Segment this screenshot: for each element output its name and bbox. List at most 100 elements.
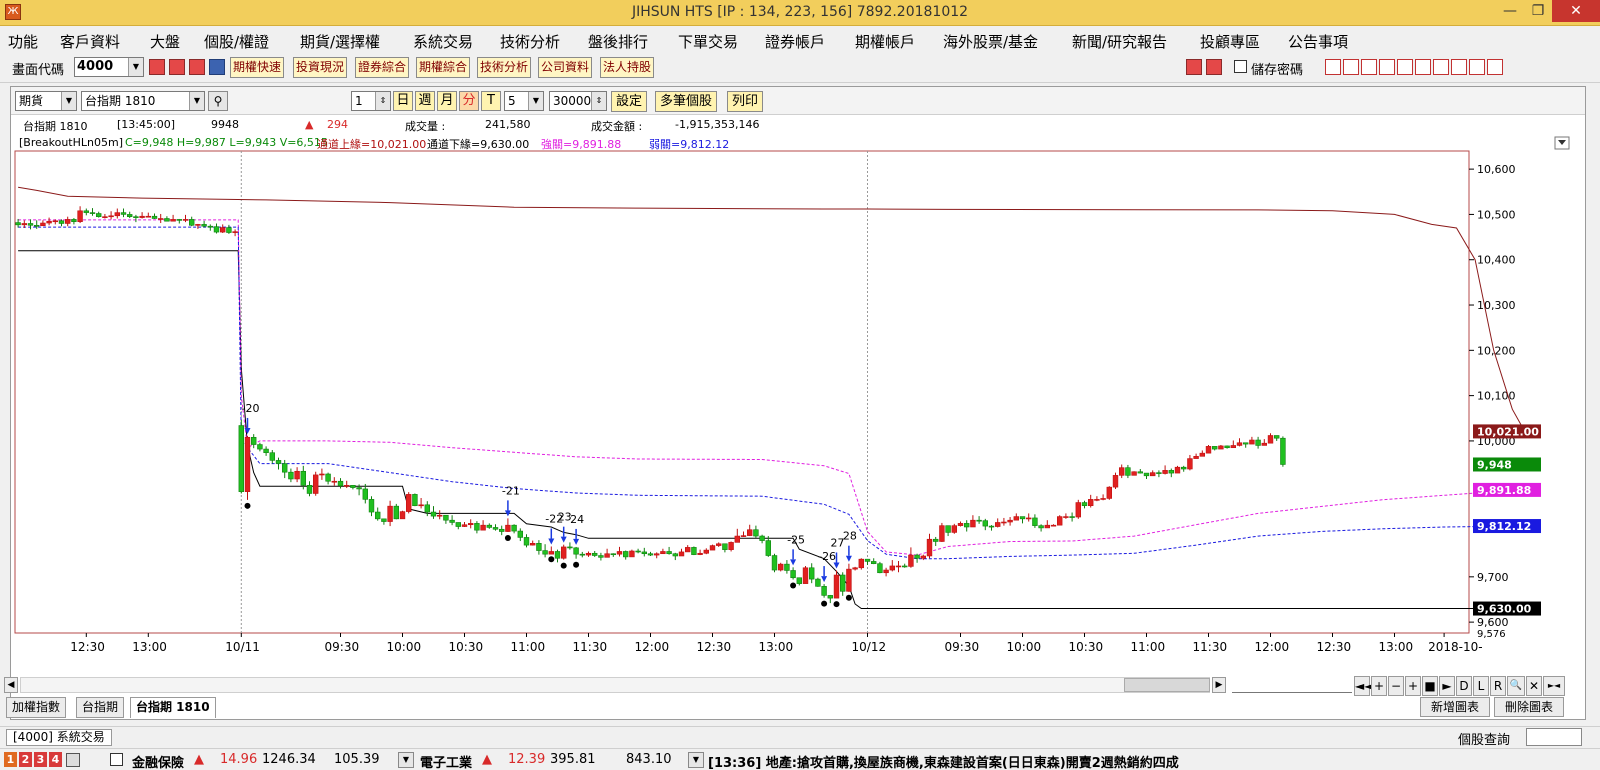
menu-overseas[interactable]: 海外股票/基金 [943,31,1038,52]
candle-body[interactable] [715,543,722,546]
stock-query-input[interactable] [1526,728,1582,746]
candle-body[interactable] [71,219,77,222]
candle-body[interactable] [759,535,765,541]
candle-body[interactable] [1249,439,1255,445]
tech-analysis-button[interactable]: 技術分析 [477,57,532,78]
add-chart-button[interactable]: 新增圖表 [1420,697,1490,717]
candle-body[interactable] [598,555,604,558]
candle-body[interactable] [1143,472,1150,477]
search-icon[interactable] [149,59,165,75]
candle-body[interactable] [802,567,809,584]
ticker-tab-1[interactable]: 1 [4,752,17,767]
minimize-button[interactable]: — [1496,0,1524,22]
zoom-in-icon[interactable]: + [1371,676,1387,696]
candle-body[interactable] [517,530,523,538]
candle-body[interactable] [982,520,989,527]
menu-function[interactable]: 功能 [8,31,38,52]
candle-body[interactable] [251,437,257,445]
tab-tx-futures[interactable]: 台指期 [76,697,125,718]
candle-body[interactable] [263,448,269,454]
scroll-track[interactable] [20,677,1210,693]
candle-body[interactable] [542,550,548,555]
scroll-thumb[interactable] [1124,678,1210,692]
candle-body[interactable] [1125,467,1131,476]
tab-tx-1810[interactable]: 台指期 1810 [130,697,216,718]
forward-arrow-icon[interactable] [1206,59,1222,75]
draw-line-icon[interactable] [1325,59,1341,75]
candle-body[interactable] [585,552,592,556]
candle-body[interactable] [1156,472,1162,474]
candle-body[interactable] [988,525,995,528]
candle-body[interactable] [666,551,672,555]
candle-body[interactable] [1007,519,1013,523]
candle-body[interactable] [139,215,145,218]
candle-body[interactable] [1069,516,1075,518]
candle-body[interactable] [734,535,741,543]
candle-body[interactable] [604,553,610,558]
candle-body[interactable] [405,494,412,512]
draw-channel-icon[interactable] [1361,59,1377,75]
candle-body[interactable] [1001,521,1007,524]
magnify-icon[interactable]: 🔍 [1507,676,1525,696]
candle-body[interactable] [393,505,399,520]
candle-body[interactable] [939,525,945,542]
candle-body[interactable] [182,219,189,221]
candle-body[interactable] [536,543,542,551]
candle-body[interactable] [548,551,555,555]
candle-body[interactable] [777,563,784,571]
candle-body[interactable] [1174,466,1181,474]
ticker-tab-2[interactable]: 2 [19,752,32,767]
candle-body[interactable] [238,425,244,492]
menu-announcements[interactable]: 公告事項 [1288,31,1348,52]
candle-body[interactable] [201,224,207,227]
candle-body[interactable] [288,471,294,480]
candle-body[interactable] [914,554,920,559]
candle-body[interactable] [877,563,883,574]
candle-body[interactable] [1199,452,1206,457]
menu-system-trading[interactable]: 系統交易 [413,31,473,52]
save-password-checkbox[interactable] [1234,60,1247,73]
candle-body[interactable] [846,568,852,592]
candle-body[interactable] [350,485,356,488]
menu-futures-account[interactable]: 期權帳戶 [855,31,915,52]
candle-body[interactable] [213,226,220,233]
candle-body[interactable] [622,551,629,558]
nav-first-icon[interactable]: ◄◄ [1354,676,1373,696]
calendar-icon[interactable] [189,59,205,75]
back-arrow-icon[interactable] [1186,59,1202,75]
candle-body[interactable] [821,586,827,596]
candle-body[interactable] [839,574,846,592]
candle-body[interactable] [908,554,914,567]
candle-body[interactable] [1224,445,1230,449]
print-icon[interactable] [1469,59,1485,75]
candle-body[interactable] [343,485,350,487]
candle-body[interactable] [294,470,300,480]
text-tool-icon[interactable] [1397,59,1413,75]
candle-body[interactable] [579,553,586,556]
menu-market[interactable]: 大盤 [150,31,180,52]
candle-body[interactable] [709,545,716,551]
candle-body[interactable] [46,220,52,224]
candle-body[interactable] [1025,517,1032,520]
candle-body[interactable] [771,555,778,571]
day-d-button[interactable]: D [1456,676,1472,696]
candle-body[interactable] [573,547,579,555]
candle-body[interactable] [443,514,449,521]
menu-advisor[interactable]: 投顧專區 [1200,31,1260,52]
candle-body[interactable] [1137,471,1144,474]
securities-summary-button[interactable]: 證券綜合 [355,57,410,78]
candle-body[interactable] [275,460,282,464]
candle-body[interactable] [1193,456,1199,459]
draw-rect-icon[interactable] [1343,59,1359,75]
linear-l-button[interactable]: L [1473,676,1489,696]
candle-body[interactable] [498,528,505,532]
candle-body[interactable] [96,213,102,217]
candle-body[interactable] [1162,470,1168,474]
candle-body[interactable] [1267,435,1274,444]
title-bar[interactable]: Ж JIHSUN HTS [IP : 134, 223, 156] 7892.2… [0,0,1600,26]
candle-body[interactable] [616,551,623,555]
candle-body[interactable] [164,218,170,222]
candle-body[interactable] [703,549,710,554]
candle-body[interactable] [1274,435,1280,439]
candle-body[interactable] [1050,524,1057,527]
